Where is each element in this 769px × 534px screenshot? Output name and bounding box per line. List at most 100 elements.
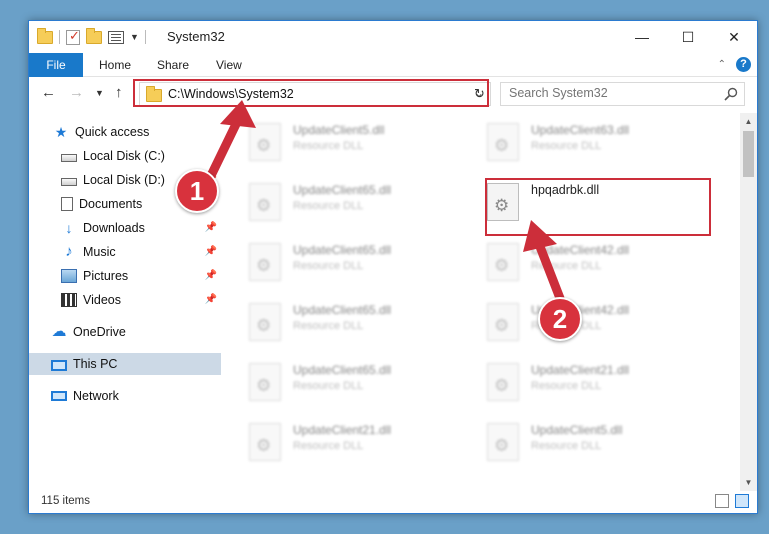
ribbon-controls: ⌃ ? xyxy=(718,57,751,72)
file-name: UpdateClient65.dll xyxy=(293,243,392,257)
help-icon[interactable]: ? xyxy=(736,57,751,72)
dll-file-icon xyxy=(487,123,519,161)
pin-icon[interactable]: 📌 xyxy=(205,294,217,305)
file-item[interactable]: UpdateClient65.dll Resource DLL xyxy=(241,235,471,287)
documents-icon xyxy=(61,197,73,211)
divider xyxy=(144,30,146,44)
recent-locations-chevron-icon[interactable]: ▼ xyxy=(95,88,104,98)
sidebar-item-network[interactable]: Network xyxy=(29,385,221,407)
file-type: Resource DLL xyxy=(293,200,364,212)
folder-icon xyxy=(37,27,53,44)
new-folder-icon[interactable] xyxy=(86,27,102,44)
file-item[interactable]: UpdateClient65.dll Resource DLL xyxy=(241,295,471,347)
vertical-scrollbar[interactable]: ▲ ▼ xyxy=(740,113,757,491)
file-item[interactable]: UpdateClient5.dll Resource DLL xyxy=(479,415,709,467)
sidebar-item-this-pc[interactable]: This PC xyxy=(29,353,221,375)
file-type: Resource DLL xyxy=(293,260,364,272)
large-icons-view-icon[interactable] xyxy=(735,494,749,508)
file-type: Resource DLL xyxy=(531,440,602,452)
quick-access-toolbar: ▼ xyxy=(37,27,146,46)
file-name: UpdateClient5.dll xyxy=(531,423,623,437)
pin-icon[interactable]: 📌 xyxy=(205,222,217,233)
item-count: 115 items xyxy=(41,495,91,507)
file-type: Resource DLL xyxy=(531,380,602,392)
view-toggle xyxy=(715,494,749,508)
file-item[interactable]: UpdateClient5.dll Resource DLL xyxy=(241,115,471,167)
file-type: Resource DLL xyxy=(293,380,364,392)
tab-file[interactable]: File xyxy=(29,53,83,77)
sidebar-item-music[interactable]: ♪ Music 📌 xyxy=(29,241,221,263)
file-name: UpdateClient65.dll xyxy=(293,303,392,317)
scroll-thumb[interactable] xyxy=(743,131,754,177)
sidebar-item-label: Music xyxy=(83,245,116,259)
file-name: UpdateClient5.dll xyxy=(293,123,385,137)
star-icon: ★ xyxy=(54,124,68,140)
sidebar-item-label: Quick access xyxy=(75,125,150,139)
file-item[interactable]: UpdateClient65.dll Resource DLL xyxy=(241,175,471,227)
sidebar-item-label: OneDrive xyxy=(73,325,126,339)
file-item[interactable]: UpdateClient63.dll Resource DLL xyxy=(479,115,709,167)
network-icon xyxy=(51,391,67,401)
dll-file-icon xyxy=(249,423,281,461)
close-button[interactable]: ✕ xyxy=(711,21,757,53)
sidebar-item-label: Downloads xyxy=(83,221,145,235)
file-name: UpdateClient65.dll xyxy=(293,363,392,377)
download-icon: ↓ xyxy=(65,220,73,236)
sidebar-item-videos[interactable]: Videos 📌 xyxy=(29,289,221,311)
step1-badge: 1 xyxy=(175,169,219,213)
pin-icon[interactable]: 📌 xyxy=(205,270,217,281)
expand-ribbon-chevron-icon[interactable]: ⌃ xyxy=(718,59,726,70)
search-box[interactable] xyxy=(500,82,745,106)
file-item[interactable]: UpdateClient65.dll Resource DLL xyxy=(241,355,471,407)
sidebar-item-downloads[interactable]: ↓ Downloads 📌 xyxy=(29,217,221,239)
file-item[interactable]: UpdateClient21.dll Resource DLL xyxy=(241,415,471,467)
sidebar-item-label: Network xyxy=(73,389,119,403)
properties-check-icon[interactable] xyxy=(66,28,80,45)
sidebar-item-label: Local Disk (C:) xyxy=(83,149,165,163)
computer-icon xyxy=(51,359,67,371)
details-view-icon[interactable] xyxy=(715,494,729,508)
scroll-up-arrow-icon[interactable]: ▲ xyxy=(740,113,757,130)
window-title: System32 xyxy=(167,29,225,44)
tab-home[interactable]: Home xyxy=(85,53,145,77)
window-controls: — ☐ ✕ xyxy=(619,21,757,53)
music-icon: ♪ xyxy=(65,243,73,260)
tab-view[interactable]: View xyxy=(202,53,256,77)
dll-file-icon xyxy=(249,363,281,401)
drive-icon xyxy=(61,177,77,186)
drive-icon xyxy=(61,153,77,162)
videos-icon xyxy=(61,293,77,307)
pin-icon[interactable]: 📌 xyxy=(205,246,217,257)
ribbon-tabs: File Home Share View ⌃ ? xyxy=(29,53,757,77)
file-name: UpdateClient63.dll xyxy=(531,123,630,137)
file-item[interactable]: UpdateClient21.dll Resource DLL xyxy=(479,355,709,407)
tab-share[interactable]: Share xyxy=(143,53,203,77)
sidebar-item-onedrive[interactable]: ☁ OneDrive xyxy=(29,321,221,343)
customize-toolbar-chevron-icon[interactable]: ▼ xyxy=(130,32,139,42)
file-type: Resource DLL xyxy=(531,140,602,152)
forward-arrow-icon[interactable]: → xyxy=(69,84,84,101)
properties-icon[interactable] xyxy=(108,30,124,44)
file-name: UpdateClient65.dll xyxy=(293,183,392,197)
status-bar: 115 items xyxy=(29,489,757,513)
dll-file-icon xyxy=(249,243,281,281)
back-arrow-icon[interactable]: ← xyxy=(41,84,56,101)
file-type: Resource DLL xyxy=(293,320,364,332)
search-input[interactable] xyxy=(509,86,709,100)
up-arrow-icon[interactable]: ↑ xyxy=(115,84,123,101)
dll-file-icon xyxy=(249,303,281,341)
step2-badge: 2 xyxy=(538,297,582,341)
file-name: UpdateClient21.dll xyxy=(531,363,630,377)
file-list: UpdateClient5.dll Resource DLL UpdateCli… xyxy=(237,113,739,491)
sidebar-item-label: Videos xyxy=(83,293,121,307)
search-icon[interactable] xyxy=(724,87,738,101)
sidebar-item-pictures[interactable]: Pictures 📌 xyxy=(29,265,221,287)
dll-file-icon xyxy=(487,363,519,401)
dll-file-icon xyxy=(487,423,519,461)
minimize-button[interactable]: — xyxy=(619,21,665,53)
title-bar: ▼ System32 — ☐ ✕ xyxy=(29,21,757,53)
file-type: Resource DLL xyxy=(293,140,364,152)
maximize-button[interactable]: ☐ xyxy=(665,21,711,53)
sidebar-item-label: Pictures xyxy=(83,269,129,283)
file-name: UpdateClient21.dll xyxy=(293,423,392,437)
